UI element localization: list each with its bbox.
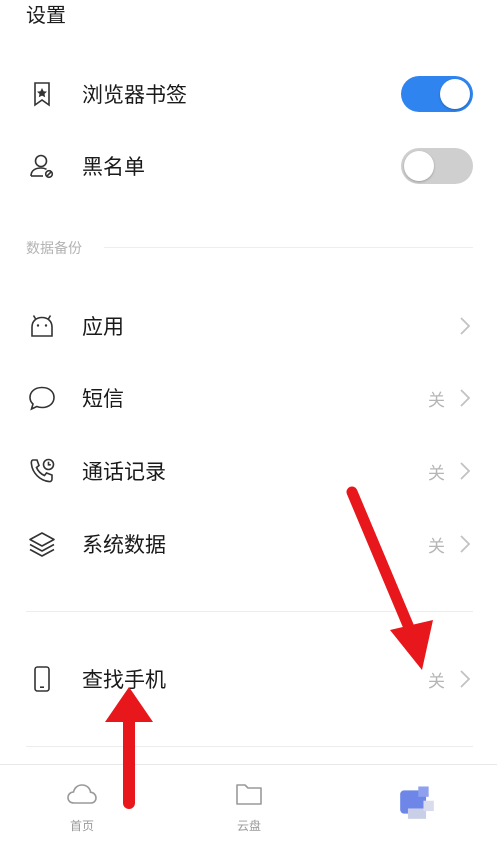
page-title: 设置 — [26, 3, 66, 27]
setting-row-bookmarks[interactable]: 浏览器书签 — [0, 58, 497, 130]
find-phone-status: 关 — [428, 671, 445, 692]
backup-row-call-log[interactable]: 通话记录 关 — [0, 435, 497, 507]
tab-label: 首页 — [69, 819, 94, 833]
chevron-right-icon — [460, 317, 471, 335]
setting-label: 浏览器书签 — [82, 83, 187, 107]
backup-status: 关 — [428, 390, 445, 411]
chevron-right-icon — [460, 462, 471, 480]
toggle-knob — [404, 151, 434, 181]
backup-label: 系统数据 — [82, 533, 166, 557]
user-block-icon — [26, 150, 58, 182]
toggle-knob — [440, 79, 470, 109]
section-title-backup: 数据备份 — [26, 241, 82, 257]
backup-row-sms[interactable]: 短信 关 — [0, 362, 497, 434]
tab-cloud-drive[interactable]: 云盘 — [169, 765, 329, 845]
bottom-tab-bar: 首页 云盘 — [0, 764, 497, 845]
tab-label: 云盘 — [236, 819, 261, 833]
bookmark-icon — [26, 78, 58, 110]
blacklist-toggle[interactable] — [401, 148, 473, 184]
backup-status: 关 — [428, 463, 445, 484]
backup-status: 关 — [428, 536, 445, 557]
layers-icon — [26, 528, 58, 560]
section-divider — [104, 247, 473, 248]
setting-row-blacklist[interactable]: 黑名单 — [0, 130, 497, 202]
setting-row-find-phone[interactable]: 查找手机 关 — [0, 643, 497, 715]
backup-row-apps[interactable]: 应用 — [0, 290, 497, 362]
divider — [26, 746, 473, 747]
backup-label: 应用 — [82, 315, 124, 339]
android-icon — [26, 310, 58, 342]
tab-home[interactable]: 首页 — [2, 765, 162, 845]
chevron-right-icon — [460, 389, 471, 407]
call-log-icon — [26, 455, 58, 487]
backup-label: 通话记录 — [82, 460, 166, 484]
chevron-right-icon — [460, 535, 471, 553]
folder-icon — [236, 784, 262, 805]
mascot-icon — [400, 786, 434, 819]
message-icon — [26, 382, 58, 414]
divider — [26, 611, 473, 612]
backup-label: 短信 — [82, 387, 124, 411]
tab-profile[interactable] — [337, 765, 497, 845]
chevron-right-icon — [460, 670, 471, 688]
phone-icon — [26, 663, 58, 695]
setting-label: 黑名单 — [82, 155, 145, 179]
find-phone-label: 查找手机 — [82, 668, 166, 692]
bookmarks-toggle[interactable] — [401, 76, 473, 112]
cloud-icon — [67, 784, 97, 804]
backup-row-system-data[interactable]: 系统数据 关 — [0, 508, 497, 580]
